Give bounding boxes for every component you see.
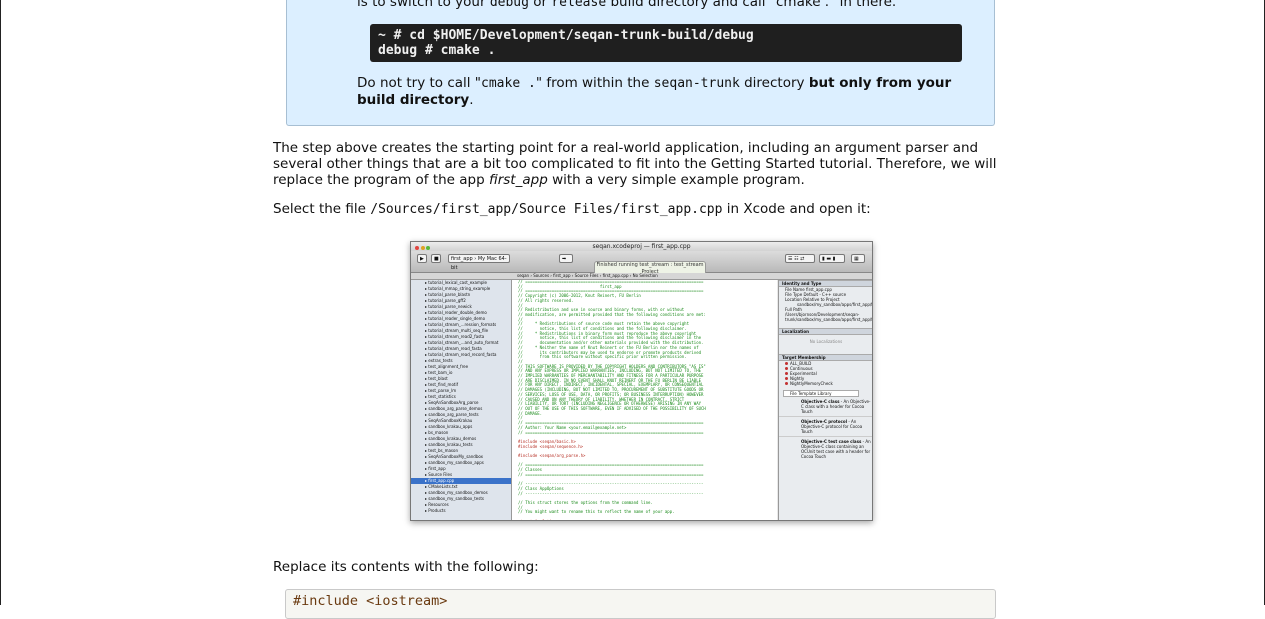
terminal-block: ~ # cd $HOME/Development/seqan-trunk-bui… bbox=[370, 24, 962, 62]
code-line: #include <iostream> bbox=[293, 593, 447, 609]
xcode-toolbar: ▶ ■ first_app › My Mac 64-bit ➡ Finished… bbox=[411, 251, 872, 273]
target-icon bbox=[785, 372, 788, 375]
target-icon bbox=[785, 362, 788, 365]
template-item: Objective-C test case class - An Objecti… bbox=[779, 437, 873, 461]
run-button: ▶ bbox=[417, 254, 427, 263]
code-release: release bbox=[551, 0, 606, 10]
target-icon bbox=[785, 382, 788, 385]
localization-section-header: Localization bbox=[779, 328, 873, 335]
xcode-titlebar: seqan.xcodeproj — first_app.cpp bbox=[411, 242, 872, 251]
scheme-selector: first_app › My Mac 64-bit bbox=[448, 254, 510, 263]
file-path-code: /Sources/first_app/Source Files/first_ap… bbox=[370, 202, 722, 217]
stop-button: ■ bbox=[431, 254, 441, 263]
xcode-window-title: seqan.xcodeproj — first_app.cpp bbox=[592, 243, 690, 250]
note-top-line: is to switch to your debug or release bu… bbox=[357, 0, 896, 10]
file-inspector: Identity and Type File Name first_app.cp… bbox=[778, 280, 873, 520]
jump-bar: seqan › Sources › first_app › Source Fil… bbox=[411, 273, 872, 280]
identity-section-header: Identity and Type bbox=[779, 280, 873, 287]
editor-mode-buttons: ☰ ☷ ⇄ bbox=[785, 254, 815, 263]
target-item: NightlyMemoryCheck bbox=[779, 381, 873, 386]
app-name-emphasis: first_app bbox=[489, 172, 548, 188]
window-left-edge bbox=[0, 0, 1, 605]
target-membership-header: Target Membership bbox=[779, 354, 873, 361]
breakpoints-button: ➡ bbox=[559, 254, 573, 263]
paragraph-replace: Replace its contents with the following: bbox=[273, 559, 998, 575]
code-seqan-trunk: seqan-trunk bbox=[654, 76, 740, 91]
code-block: #include <iostream> bbox=[285, 589, 996, 619]
note-warning: Do not try to call "cmake ." from within… bbox=[357, 75, 982, 108]
xcode-screenshot: seqan.xcodeproj — first_app.cpp ▶ ■ firs… bbox=[410, 241, 873, 521]
full-path-row: Full Path /Users/bjornson/Development/se… bbox=[779, 307, 873, 322]
jump-bar-path: seqan › Sources › first_app › Source Fil… bbox=[517, 273, 658, 279]
template-item: Objective-C class - An Objective-C class… bbox=[779, 397, 873, 417]
terminal-line: ~ # cd $HOME/Development/seqan-trunk-bui… bbox=[378, 28, 954, 43]
terminal-line: debug # cmake . bbox=[378, 43, 954, 58]
source-editor: // =====================================… bbox=[512, 280, 777, 520]
code-debug: debug bbox=[490, 0, 529, 10]
target-icon bbox=[785, 367, 788, 370]
project-navigator: ▸ tutorial_lexical_cast_example▸ tutoria… bbox=[411, 280, 512, 520]
navigator-item: ▸ Products bbox=[411, 508, 511, 514]
view-buttons: ▮ ▬ ▮ bbox=[819, 254, 845, 263]
paragraph-intro: The step above creates the starting poin… bbox=[273, 140, 998, 188]
paragraph-select-file: Select the file /Sources/first_app/Sourc… bbox=[273, 201, 998, 218]
zoom-icon bbox=[426, 246, 430, 250]
activity-status: Finished running test_stream : test_stre… bbox=[595, 262, 705, 269]
target-icon bbox=[785, 377, 788, 380]
code-cmake: cmake . bbox=[481, 76, 536, 91]
no-localizations-label: No Localizations bbox=[779, 335, 873, 354]
minimize-icon bbox=[421, 246, 425, 250]
template-item: Objective-C protocol - An Objective-C pr… bbox=[779, 417, 873, 437]
template-library-select: File Template Library bbox=[783, 390, 859, 397]
close-icon bbox=[415, 246, 419, 250]
organizer-button: ▦ bbox=[851, 254, 865, 263]
